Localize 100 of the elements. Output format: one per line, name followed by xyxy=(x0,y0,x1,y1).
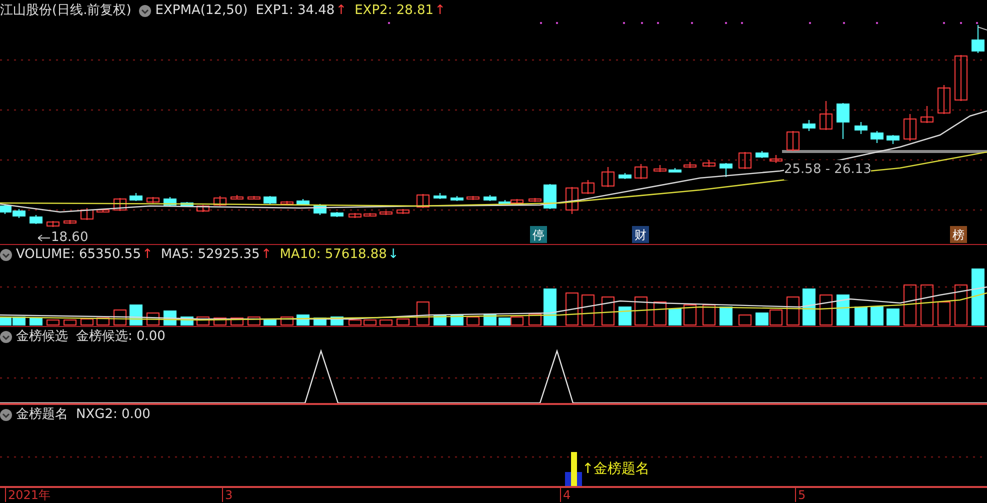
chevron-down-icon[interactable] xyxy=(139,5,152,17)
candlestick xyxy=(786,130,800,152)
volume-bar xyxy=(130,304,142,326)
volume-bar xyxy=(886,308,900,326)
candlestick xyxy=(770,154,782,164)
volume-bar xyxy=(64,320,76,326)
trend-arrow: ↑ xyxy=(336,2,347,20)
volume-bar xyxy=(654,302,666,326)
candlestick xyxy=(348,212,362,218)
candlestick xyxy=(738,152,752,170)
date-axis-label: 3 xyxy=(222,488,233,502)
candlestick xyxy=(528,198,542,202)
candlestick xyxy=(854,122,868,134)
candlestick xyxy=(466,196,480,200)
indicator-reading: MA10: 57618.88 xyxy=(280,246,387,264)
volume-bar xyxy=(528,314,542,326)
candlestick xyxy=(654,164,666,172)
volume-bar xyxy=(582,294,594,326)
signal-label: ↑金榜题名 xyxy=(582,460,650,479)
volume-bar xyxy=(904,284,916,326)
price-label: 18.60 xyxy=(51,229,88,247)
volume-bar xyxy=(12,316,26,326)
candlestick xyxy=(602,166,614,188)
event-marker[interactable]: 停 xyxy=(530,226,547,243)
candlestick xyxy=(12,208,26,218)
candlestick xyxy=(146,196,160,204)
indicator-reading: MA5: 52925.35 xyxy=(160,246,260,264)
chevron-down-icon[interactable] xyxy=(0,409,12,421)
volume-bar xyxy=(756,312,768,326)
volume-bar xyxy=(738,314,752,326)
candlestick xyxy=(330,212,344,218)
volume-bar xyxy=(466,316,480,326)
volume-bar xyxy=(96,318,110,326)
chevron-down-icon[interactable] xyxy=(0,331,12,343)
volume-bar xyxy=(920,284,934,326)
candlestick xyxy=(30,214,42,224)
volume-bar xyxy=(364,320,376,326)
volume-bar xyxy=(618,306,632,326)
candlestick xyxy=(364,212,376,216)
volume-bar xyxy=(566,292,578,326)
candlestick xyxy=(904,114,916,142)
volume-bar xyxy=(380,320,392,326)
candlestick xyxy=(886,134,900,144)
indicator-reading: VOLUME: 65350.55 xyxy=(16,246,141,264)
event-marker[interactable]: 榜 xyxy=(950,226,967,243)
candlestick xyxy=(972,24,984,54)
candlestick xyxy=(46,220,60,228)
indicator-name: 金榜候选 xyxy=(16,328,68,346)
indicator-name: EXPMA(12,50) xyxy=(155,2,248,20)
volume-bar xyxy=(954,284,968,326)
event-marker[interactable]: 财 xyxy=(632,226,649,243)
date-axis-label: 2021年 xyxy=(5,488,51,502)
candlestick xyxy=(582,180,594,194)
trend-arrow: ↑ xyxy=(434,2,446,20)
volume-bar xyxy=(854,306,868,326)
candlestick xyxy=(836,102,850,140)
candlestick xyxy=(484,194,496,202)
chevron-down-icon[interactable] xyxy=(0,249,12,261)
indicator-reading: 金榜候选: 0.00 xyxy=(76,328,166,346)
volume-bar xyxy=(146,312,160,326)
candlestick xyxy=(820,100,832,130)
candlestick xyxy=(230,194,244,200)
candlestick xyxy=(180,202,194,208)
candlestick xyxy=(0,204,12,214)
left-arrow-icon xyxy=(38,234,50,242)
volume-bar xyxy=(684,304,696,326)
candlestick xyxy=(380,210,392,216)
volume-bar xyxy=(230,318,244,326)
volume-bar xyxy=(46,320,60,326)
volume-bar xyxy=(634,296,648,326)
indicator-reading: EXP2: 28.81 xyxy=(354,2,434,20)
volume-bar xyxy=(820,294,832,326)
indicator-reading: NXG2: 0.00 xyxy=(76,406,150,424)
volume-bar xyxy=(196,316,210,326)
date-axis-label: 5 xyxy=(795,488,806,502)
volume-bar xyxy=(214,318,226,326)
candlestick xyxy=(450,196,464,202)
volume-bar xyxy=(786,296,800,326)
candlestick xyxy=(938,84,950,114)
candlestick xyxy=(296,198,310,206)
volume-bar xyxy=(450,314,464,326)
volume-bar xyxy=(30,318,42,326)
candlestick xyxy=(80,208,94,220)
volume-bar xyxy=(80,318,94,326)
volume-bar xyxy=(668,308,682,326)
volume-bar xyxy=(544,288,556,326)
trend-arrow: ↓ xyxy=(388,246,399,264)
tick-mark xyxy=(978,26,987,30)
volume-bar xyxy=(720,306,732,326)
candlestick xyxy=(566,186,578,214)
candlestick xyxy=(280,200,294,206)
volume-bar xyxy=(836,294,850,326)
candlestick xyxy=(870,130,884,144)
candlestick xyxy=(214,196,226,206)
candlestick xyxy=(114,198,126,212)
volume-bar xyxy=(938,302,950,326)
candlestick xyxy=(954,54,968,102)
volume-bar xyxy=(416,302,430,326)
candlestick xyxy=(720,162,732,178)
candlestick xyxy=(668,168,682,172)
